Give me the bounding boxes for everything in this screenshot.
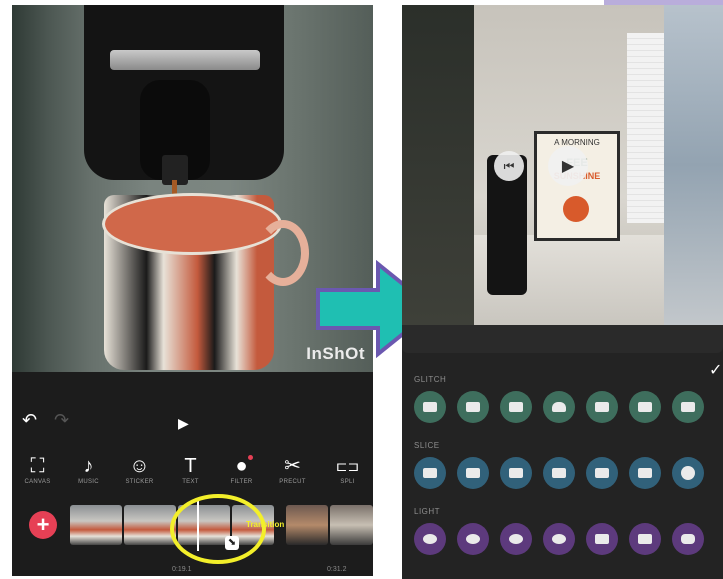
confirm-button[interactable]: ✓ [709, 360, 722, 380]
effect-glitch-7[interactable] [672, 391, 704, 423]
right-blur-panel [664, 5, 723, 325]
right-phone-screen: A MORNING FEE SUNSHINE ⏮ ▶ ✓ GLITCH SLIC… [402, 5, 723, 579]
glitch-5-icon [595, 402, 609, 412]
poster-line: A MORNING [554, 138, 600, 147]
window [627, 33, 667, 223]
toolbar-label: PRECUT [279, 479, 306, 485]
time-total: 0:31.2 [327, 566, 347, 573]
toolbar-label: SPLI [340, 479, 355, 485]
filter-badge-dot [248, 455, 253, 460]
toolbar-item-music[interactable]: ♪ MUSIC [63, 453, 114, 485]
kettle-graphic [563, 196, 589, 222]
effect-light-1[interactable] [414, 523, 446, 555]
video-preview: A MORNING FEE SUNSHINE ⏮ ▶ [402, 5, 723, 325]
effect-glitch-4[interactable] [543, 391, 575, 423]
glitch-6-icon [638, 402, 652, 412]
mug-handle [257, 220, 309, 286]
effect-glitch-1[interactable] [414, 391, 446, 423]
time-current: 0:19.1 [172, 566, 192, 573]
effect-light-4[interactable] [543, 523, 575, 555]
toolbar-item-split[interactable]: ⊏⊐ SPLI [322, 453, 373, 485]
spiral-icon [681, 466, 695, 480]
timeline-clip-1[interactable] [70, 505, 122, 545]
effect-slice-5[interactable] [586, 457, 618, 489]
effect-glitch-2[interactable] [457, 391, 489, 423]
glitch-2-icon [466, 402, 480, 412]
slice-4-icon [552, 468, 566, 478]
toolbar-label: CANVAS [24, 479, 51, 485]
highlight-ellipse [170, 494, 266, 564]
effect-glitch-3[interactable] [500, 391, 532, 423]
light-6-icon [638, 534, 652, 544]
ghost-icon [552, 402, 566, 412]
toolbar-label: FILTER [230, 479, 253, 485]
effect-slice-1[interactable] [414, 457, 446, 489]
light-effects-row [414, 523, 723, 559]
undo-button[interactable]: ↶ [22, 410, 37, 431]
filter-icon: ● [235, 455, 248, 477]
left-blur-panel [402, 5, 474, 325]
previous-button[interactable]: ⏮ [494, 151, 524, 181]
category-label-light: LIGHT [414, 507, 441, 516]
previous-icon: ⏮ [503, 158, 515, 173]
effect-glitch-6[interactable] [629, 391, 661, 423]
effect-light-3[interactable] [500, 523, 532, 555]
split-icon: ⊏⊐ [335, 458, 360, 474]
timeline-clip-6[interactable] [330, 505, 373, 545]
slice-2-icon [466, 468, 480, 478]
slice-3-icon [509, 468, 523, 478]
effect-slice-2[interactable] [457, 457, 489, 489]
toolbar-item-canvas[interactable]: ⛶ CANVAS [12, 453, 63, 485]
slice-5-icon [595, 468, 609, 478]
slice-1-icon [423, 468, 437, 478]
slice-6-icon [638, 468, 652, 478]
slice-effects-row [414, 457, 723, 493]
effect-slice-7[interactable] [672, 457, 704, 489]
effect-light-7[interactable] [672, 523, 704, 555]
precut-icon: ✂ [284, 455, 301, 477]
light-7-icon [681, 534, 695, 544]
toolbar-label: STICKER [125, 479, 154, 485]
play-icon: ▶ [561, 158, 575, 175]
light-4-icon [552, 534, 566, 544]
category-label-slice: SLICE [414, 441, 440, 450]
canvas-icon: ⛶ [30, 455, 45, 477]
light-3-icon [509, 534, 523, 544]
add-clip-button[interactable]: + [29, 511, 57, 539]
effect-slice-6[interactable] [629, 457, 661, 489]
editing-toolbar: ⛶ CANVAS ♪ MUSIC ☺ STICKER T TEXT ● FILT… [12, 453, 373, 493]
glitch-effects-row [414, 391, 723, 427]
glitch-7-icon [681, 402, 695, 412]
light-1-icon [423, 534, 437, 544]
toolbar-item-sticker[interactable]: ☺ STICKER [114, 453, 165, 485]
light-5-icon [595, 534, 609, 544]
music-icon: ♪ [83, 455, 94, 477]
mug-rim [102, 193, 282, 255]
effect-light-2[interactable] [457, 523, 489, 555]
category-label-glitch: GLITCH [414, 375, 447, 384]
machine-top-plate [110, 50, 260, 70]
scroll-hint-row [402, 325, 723, 353]
effect-light-6[interactable] [629, 523, 661, 555]
effect-slice-4[interactable] [543, 457, 575, 489]
glitch-3-icon [509, 402, 523, 412]
light-2-icon [466, 534, 480, 544]
timeline-clip-2[interactable] [124, 505, 176, 545]
sticker-icon: ☺ [129, 455, 150, 477]
toolbar-item-filter[interactable]: ● FILTER [216, 453, 267, 485]
play-button[interactable]: ▶ [178, 415, 189, 432]
toolbar-item-text[interactable]: T TEXT [165, 453, 216, 485]
timeline-clip-5[interactable] [286, 505, 328, 545]
toolbar-label: MUSIC [78, 479, 99, 485]
effect-slice-3[interactable] [500, 457, 532, 489]
effect-glitch-5[interactable] [586, 391, 618, 423]
text-icon: T [184, 455, 197, 477]
redo-button[interactable]: ↷ [54, 410, 69, 431]
effect-light-5[interactable] [586, 523, 618, 555]
preview-play-button[interactable]: ▶ [548, 146, 588, 186]
toolbar-label: TEXT [182, 479, 199, 485]
glitch-1-icon [423, 402, 437, 412]
toolbar-item-precut[interactable]: ✂ PRECUT [267, 453, 318, 485]
